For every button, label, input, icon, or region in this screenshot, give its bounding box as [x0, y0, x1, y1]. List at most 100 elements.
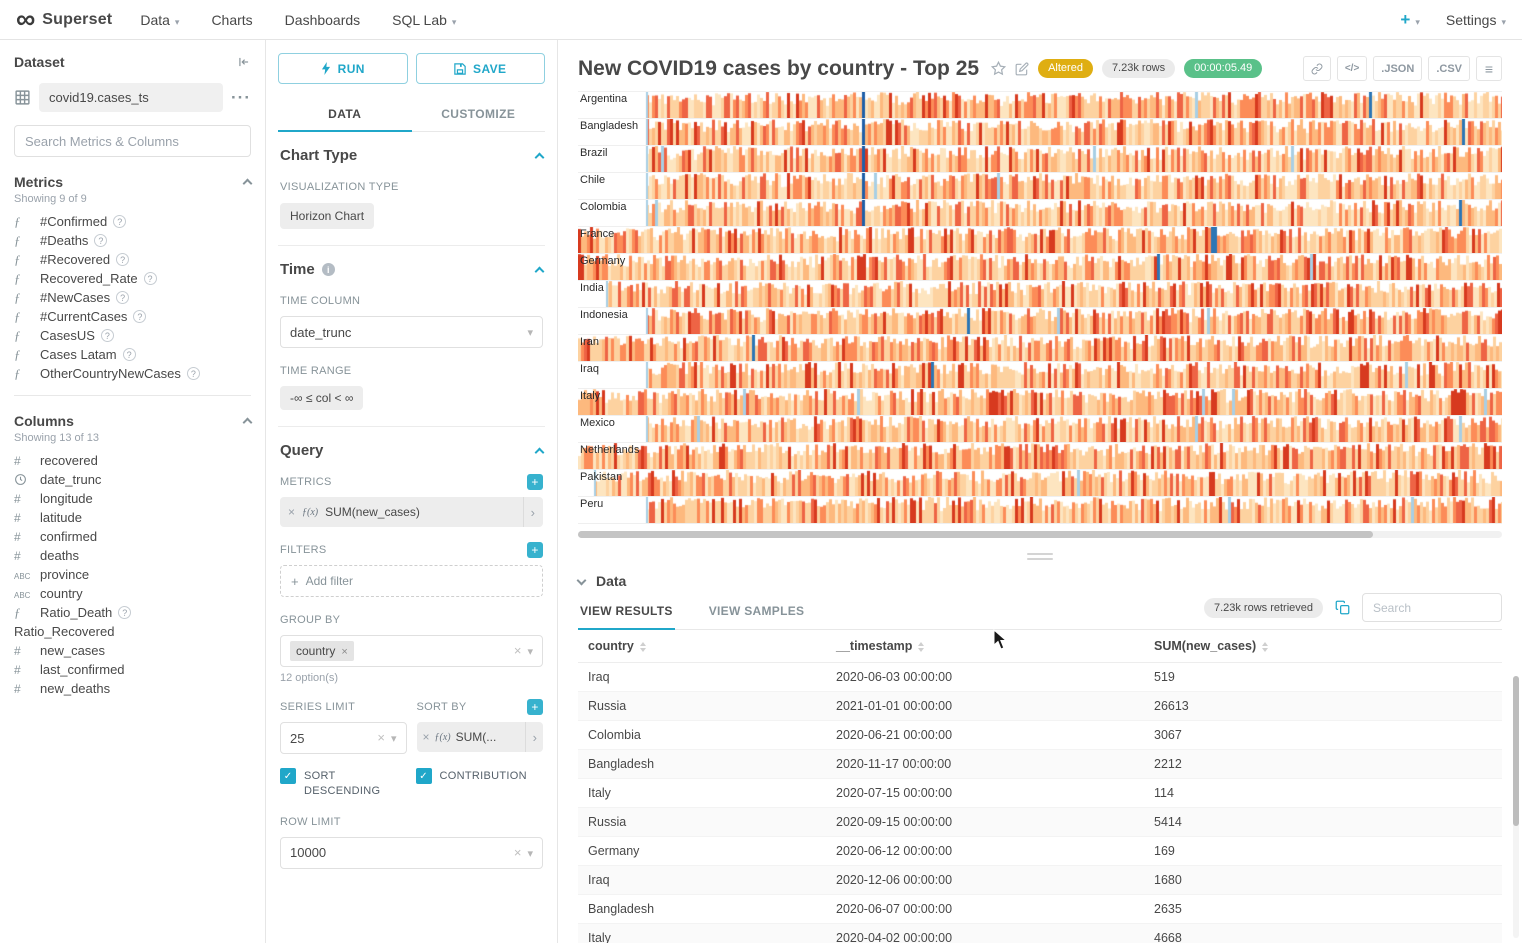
- settings-menu[interactable]: Settings: [1446, 12, 1506, 28]
- horizon-row[interactable]: France: [578, 227, 1502, 254]
- metric-item[interactable]: #NewCases: [14, 288, 251, 307]
- clear-select-icon[interactable]: [377, 729, 385, 747]
- time-column-select[interactable]: date_trunc: [280, 316, 543, 348]
- export-json-button[interactable]: .JSON: [1373, 56, 1422, 81]
- scrollbar-thumb[interactable]: [1513, 676, 1519, 826]
- column-item[interactable]: new_cases: [14, 641, 251, 660]
- clear-select-icon[interactable]: [514, 844, 522, 862]
- nav-item-data[interactable]: Data: [140, 0, 179, 39]
- horizon-row[interactable]: Argentina: [578, 92, 1502, 119]
- column-item[interactable]: Ratio_Recovered: [14, 622, 251, 641]
- nav-item-sql-lab[interactable]: SQL Lab: [392, 0, 456, 39]
- dataset-name[interactable]: covid19.cases_ts: [39, 83, 223, 112]
- embed-code-button[interactable]: [1337, 56, 1367, 81]
- nav-item-charts[interactable]: Charts: [211, 0, 252, 39]
- add-sort-button[interactable]: [527, 699, 543, 715]
- horizon-row[interactable]: Mexico: [578, 416, 1502, 443]
- horizon-row[interactable]: Pakistan: [578, 470, 1502, 497]
- add-filter-button[interactable]: [527, 542, 543, 558]
- expand-sort-icon[interactable]: [525, 722, 537, 752]
- tab-customize[interactable]: CUSTOMIZE: [412, 97, 546, 132]
- remove-metric-icon[interactable]: [288, 503, 295, 521]
- new-item-menu[interactable]: +: [1400, 10, 1419, 30]
- sort-descending-checkbox[interactable]: SORT DESCENDING: [280, 768, 408, 799]
- metric-pill[interactable]: ƒ(x) SUM(new_cases): [280, 497, 543, 527]
- vertical-scrollbar[interactable]: [1513, 676, 1519, 938]
- scrollbar-thumb[interactable]: [578, 531, 1373, 538]
- search-metrics-input[interactable]: [14, 125, 251, 157]
- table-row[interactable]: Bangladesh2020-11-17 00:00:002212: [578, 750, 1502, 779]
- collapse-section-icon[interactable]: [535, 266, 545, 276]
- viz-type-pill[interactable]: Horizon Chart: [280, 203, 374, 229]
- group-by-tag[interactable]: country: [290, 641, 354, 661]
- add-metric-button[interactable]: [527, 474, 543, 490]
- table-row[interactable]: Iraq2020-12-06 00:00:001680: [578, 866, 1502, 895]
- column-header-sum-new-cases-[interactable]: SUM(new_cases): [1144, 630, 1502, 663]
- horizon-chart[interactable]: ArgentinaBangladeshBrazilChileColombiaFr…: [578, 91, 1502, 524]
- column-item[interactable]: date_trunc: [14, 470, 251, 489]
- table-row[interactable]: Italy2020-07-15 00:00:00114: [578, 779, 1502, 808]
- sort-by-pill[interactable]: ƒ(x) SUM(...: [417, 722, 544, 752]
- horizon-row[interactable]: India: [578, 281, 1502, 308]
- metric-item[interactable]: #CurrentCases: [14, 307, 251, 326]
- metric-item[interactable]: Cases Latam: [14, 345, 251, 364]
- horizontal-scrollbar[interactable]: [578, 531, 1502, 538]
- dataset-more-icon[interactable]: [231, 88, 251, 108]
- add-filter-dropzone[interactable]: Add filter: [280, 565, 543, 597]
- metric-item[interactable]: CasesUS: [14, 326, 251, 345]
- table-row[interactable]: Russia2021-01-01 00:00:0026613: [578, 692, 1502, 721]
- column-item[interactable]: confirmed: [14, 527, 251, 546]
- favorite-star-icon[interactable]: [991, 61, 1006, 76]
- horizon-row[interactable]: Netherlands: [578, 443, 1502, 470]
- table-row[interactable]: Germany2020-06-12 00:00:00169: [578, 837, 1502, 866]
- table-row[interactable]: Bangladesh2020-06-07 00:00:002635: [578, 895, 1502, 924]
- share-link-button[interactable]: [1303, 56, 1331, 81]
- run-button[interactable]: RUN: [278, 53, 408, 84]
- column-item[interactable]: deaths: [14, 546, 251, 565]
- horizon-row[interactable]: Germany: [578, 254, 1502, 281]
- data-section-toggle[interactable]: Data: [578, 573, 1502, 589]
- column-item[interactable]: country: [14, 584, 251, 603]
- metric-item[interactable]: Recovered_Rate: [14, 269, 251, 288]
- group-by-select[interactable]: country: [280, 635, 543, 667]
- remove-tag-icon[interactable]: [341, 644, 347, 658]
- export-csv-button[interactable]: .CSV: [1428, 56, 1470, 81]
- column-header-country[interactable]: country: [578, 630, 826, 663]
- horizon-row[interactable]: Colombia: [578, 200, 1502, 227]
- table-row[interactable]: Russia2020-09-15 00:00:005414: [578, 808, 1502, 837]
- column-item[interactable]: latitude: [14, 508, 251, 527]
- horizon-row[interactable]: Bangladesh: [578, 119, 1502, 146]
- superset-brand[interactable]: Superset: [16, 7, 112, 33]
- save-button[interactable]: SAVE: [416, 53, 546, 84]
- table-row[interactable]: Italy2020-04-02 00:00:004668: [578, 924, 1502, 944]
- copy-icon[interactable]: [1335, 600, 1350, 615]
- horizon-row[interactable]: Peru: [578, 497, 1502, 524]
- panel-resize-handle[interactable]: [1027, 553, 1053, 560]
- tab-view-samples[interactable]: VIEW SAMPLES: [707, 592, 807, 630]
- sort-icon[interactable]: [918, 642, 924, 652]
- collapse-columns-icon[interactable]: [243, 418, 253, 428]
- column-item[interactable]: province: [14, 565, 251, 584]
- collapse-metrics-icon[interactable]: [243, 179, 253, 189]
- horizon-row[interactable]: Indonesia: [578, 308, 1502, 335]
- horizon-row[interactable]: Chile: [578, 173, 1502, 200]
- metric-item[interactable]: #Confirmed: [14, 212, 251, 231]
- horizon-row[interactable]: Iran: [578, 335, 1502, 362]
- collapse-panel-icon[interactable]: [237, 55, 251, 69]
- altered-badge[interactable]: Altered: [1038, 59, 1093, 78]
- metric-item[interactable]: OtherCountryNewCases: [14, 364, 251, 383]
- clear-select-icon[interactable]: [514, 642, 522, 660]
- expand-metric-icon[interactable]: [523, 497, 535, 527]
- column-header--timestamp[interactable]: __timestamp: [826, 630, 1144, 663]
- tab-view-results[interactable]: VIEW RESULTS: [578, 592, 675, 630]
- chart-menu-button[interactable]: [1476, 56, 1502, 81]
- horizon-row[interactable]: Iraq: [578, 362, 1502, 389]
- column-item[interactable]: new_deaths: [14, 679, 251, 698]
- remove-sort-icon[interactable]: [423, 728, 430, 746]
- horizon-row[interactable]: Italy: [578, 389, 1502, 416]
- column-item[interactable]: last_confirmed: [14, 660, 251, 679]
- time-range-pill[interactable]: -∞ ≤ col < ∞: [280, 386, 363, 410]
- table-row[interactable]: Colombia2020-06-21 00:00:003067: [578, 721, 1502, 750]
- sort-icon[interactable]: [1262, 642, 1268, 652]
- horizon-row[interactable]: Brazil: [578, 146, 1502, 173]
